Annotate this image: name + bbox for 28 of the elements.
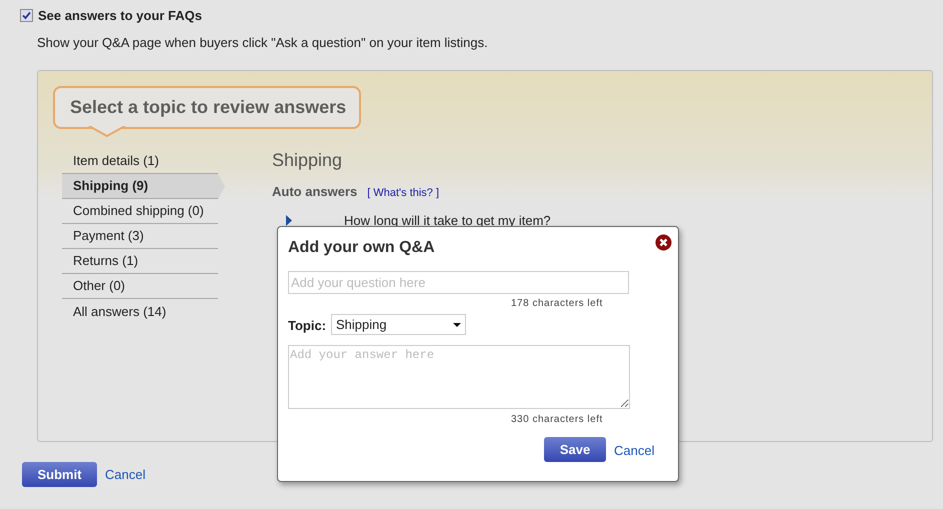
- help-link[interactable]: [ What's this? ]: [367, 185, 440, 202]
- submit-button[interactable]: Submit: [22, 462, 97, 487]
- topic-item[interactable]: Payment (3): [62, 224, 218, 249]
- topic-label: Topic:: [288, 317, 326, 335]
- dialog-title: Add your own Q&A: [288, 238, 435, 258]
- cancel-link[interactable]: Cancel: [614, 441, 654, 460]
- checkbox-label: See answers to your FAQs: [38, 7, 202, 25]
- expand-arrow-icon[interactable]: [286, 214, 292, 226]
- topic-item[interactable]: Shipping (9): [62, 174, 225, 199]
- section-heading: Shipping: [272, 149, 344, 171]
- select-value: Shipping: [336, 316, 387, 334]
- cancel-link[interactable]: Cancel: [105, 464, 146, 484]
- question-counter: 178 characters left: [511, 297, 603, 311]
- topic-item[interactable]: Combined shipping (0): [62, 199, 218, 224]
- callout-text: Select a topic to review answers: [70, 96, 346, 119]
- topic-item[interactable]: Other (0): [62, 274, 218, 299]
- answer-counter: 330 characters left: [511, 413, 603, 427]
- close-icon[interactable]: [655, 234, 672, 251]
- dropdown-caret-icon: [453, 322, 461, 326]
- topic-item[interactable]: Returns (1): [62, 249, 218, 274]
- subsection-heading: Auto answers: [272, 183, 358, 201]
- topic-item[interactable]: All answers (14): [62, 299, 218, 324]
- save-button[interactable]: Save: [544, 437, 606, 462]
- question-field[interactable]: Add your question here: [288, 271, 629, 294]
- checkbox[interactable]: [20, 9, 33, 22]
- answer-field[interactable]: Add your answer here: [288, 345, 630, 409]
- topic-select[interactable]: Shipping: [331, 314, 466, 335]
- description-text: Show your Q&A page when buyers click "Ask a question" on your item listings.: [36, 34, 489, 52]
